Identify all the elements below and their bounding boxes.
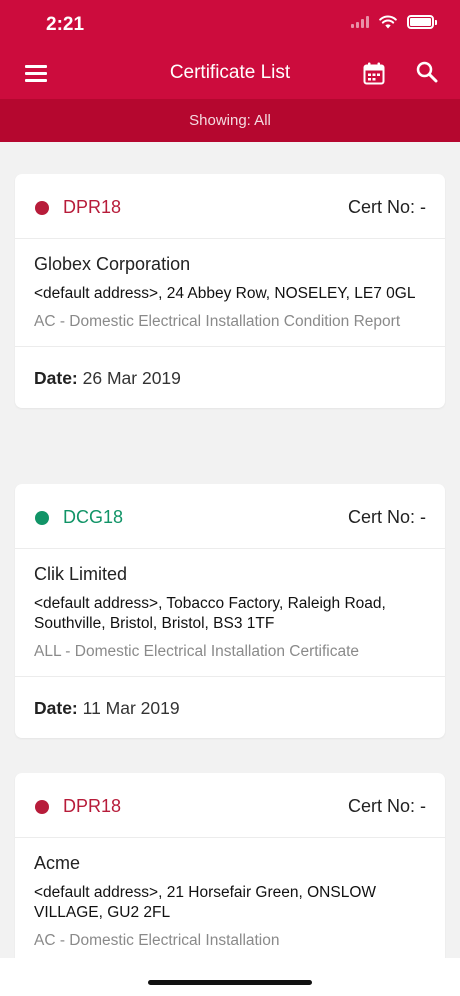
calendar-icon[interactable] [363,62,385,85]
home-indicator[interactable] [148,980,312,985]
status-dot-icon [35,511,49,525]
certificate-number: Cert No: - [347,507,426,527]
card-body: Clik Limited <default address>, Tobacco … [15,549,445,676]
certificate-list[interactable]: DPR18 Cert No: - Globex Corporation <def… [0,142,460,958]
filter-bar[interactable]: Showing: All [0,99,460,142]
status-icons [351,15,437,29]
customer-address: <default address>, Tobacco Factory, Rale… [34,595,386,632]
wifi-icon [379,15,397,29]
certificate-card[interactable]: DCG18 Cert No: - Clik Limited <default a… [15,484,445,738]
card-header: DCG18 Cert No: - [15,484,445,549]
certificate-type: AC - Domestic Electrical Installation Co… [34,313,401,330]
status-dot-icon [35,201,49,215]
card-body: Globex Corporation <default address>, 24… [15,239,445,346]
card-header: DPR18 Cert No: - [15,773,445,838]
card-footer: Date: 26 Mar 2019 [15,346,445,408]
customer-address: <default address>, 24 Abbey Row, NOSELEY… [34,285,416,302]
certificate-code: DCG18 [63,507,124,527]
customer-name: Acme [34,853,81,873]
status-bar: 2:21 [0,0,460,48]
certificate-code: DPR18 [63,796,122,816]
page-title: Certificate List [169,62,291,83]
card-body: Acme <default address>, 21 Horsefair Gre… [15,838,445,958]
certificate-type: ALL - Domestic Electrical Installation C… [34,643,360,660]
card-header: DPR18 Cert No: - [15,174,445,239]
battery-icon [407,15,437,29]
certificate-card[interactable]: DPR18 Cert No: - Acme <default address>,… [15,773,445,958]
certificate-date: 26 Mar 2019 [82,368,181,388]
date-label: Date: [34,698,78,718]
certificate-code: DPR18 [63,197,122,217]
customer-name: Clik Limited [34,564,128,584]
home-indicator-area [0,958,460,996]
signal-icon [351,16,369,28]
certificate-card[interactable]: DPR18 Cert No: - Globex Corporation <def… [15,174,445,408]
customer-name: Globex Corporation [34,254,191,274]
customer-address: <default address>, 21 Horsefair Green, O… [34,884,377,921]
search-icon[interactable] [416,61,438,83]
date-label: Date: [34,368,78,388]
certificate-date: 11 Mar 2019 [82,698,180,718]
certificate-number: Cert No: - [347,796,426,816]
certificate-number: Cert No: - [347,197,426,217]
navigation-bar: Certificate List [0,48,460,99]
certificate-type: AC - Domestic Electrical Installation [34,932,280,949]
status-dot-icon [35,800,49,814]
status-time: 2:21 [46,14,85,35]
card-footer: Date: 11 Mar 2019 [15,676,445,738]
